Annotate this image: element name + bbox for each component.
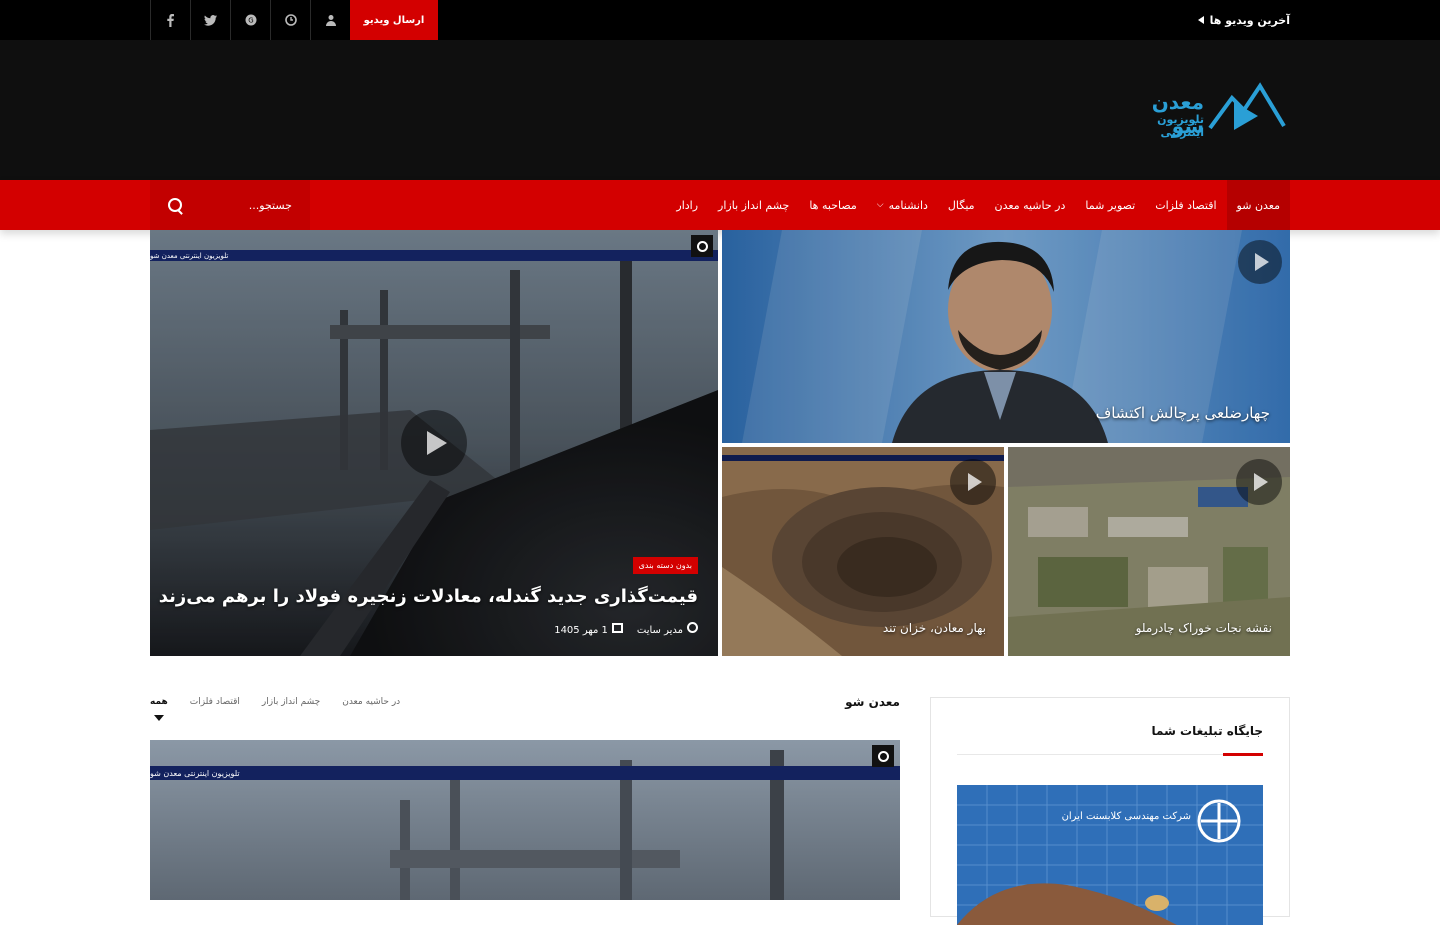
clock-icon xyxy=(691,235,713,257)
tab-metals-economy[interactable]: اقتصاد فلزات xyxy=(190,697,240,707)
section-title: معدن شو xyxy=(845,695,900,709)
play-icon[interactable] xyxy=(1238,240,1282,284)
ad-banner[interactable]: شرکت مهندسی کلابسنت ایران xyxy=(957,785,1263,925)
section-lead-card[interactable]: تلویزیون اینترنتی معدن شو xyxy=(150,740,900,900)
send-video-button[interactable]: ارسال ویدیو xyxy=(350,0,438,40)
sidebar-ad-widget: جایگاه تبلیغات شما شرکت مهندسی کلابسنت ا… xyxy=(930,697,1290,925)
nav-item-label: معدن شو xyxy=(1236,198,1280,212)
nav-item-interviews[interactable]: مصاحبه ها xyxy=(799,180,866,230)
hero-bottom-right-title[interactable]: نقشه نجات خوراک چادرملو xyxy=(1136,621,1272,635)
channel-strip: تلویزیون اینترنتی معدن شو xyxy=(150,766,900,780)
logo-mountain-icon xyxy=(1208,82,1286,130)
search-input[interactable]: جستجو... xyxy=(249,199,292,212)
nav-item-market-outlook[interactable]: چشم انداز بازار xyxy=(708,180,799,230)
sidebar-widget-title: جایگاه تبلیغات شما xyxy=(1151,724,1263,738)
clock-icon xyxy=(872,745,894,767)
nav-item-label: رادار xyxy=(676,198,699,212)
main-nav: معدن شو اقتصاد فلزات تصویر شما در حاشیه … xyxy=(0,180,1440,230)
calendar-icon xyxy=(611,622,623,633)
hero-main-card[interactable]: تلویزیون اینترنتی معدن شو بدون دسته بندی… xyxy=(150,230,718,656)
top-icons: ارسال ویدیو G xyxy=(150,0,438,40)
nav-item-label: تصویر شما xyxy=(1085,198,1136,212)
section-tabs: همه اقتصاد فلزات چشم انداز بازار در حاشی… xyxy=(150,697,400,721)
play-icon[interactable] xyxy=(401,410,467,476)
logo-tagline: تلویزیون اینترنتی xyxy=(1157,113,1204,139)
divider xyxy=(957,754,1263,755)
hero-bottom-right-card[interactable]: نقشه نجات خوراک چادرملو xyxy=(1008,447,1290,656)
user-icon[interactable] xyxy=(310,0,350,40)
svg-text:G: G xyxy=(248,17,253,25)
ad-banner-text: شرکت مهندسی کلابسنت ایران xyxy=(1061,811,1191,822)
clock-icon[interactable] xyxy=(270,0,310,40)
user-icon xyxy=(687,622,698,633)
tab-all[interactable]: همه xyxy=(150,697,168,721)
section-lead-image xyxy=(150,740,900,900)
hero-main-meta: مدیر سایت 1 مهر 1405 xyxy=(554,622,698,636)
author-meta: مدیر سایت xyxy=(637,622,698,636)
category-badge[interactable]: بدون دسته بندی xyxy=(632,557,698,574)
date-meta: 1 مهر 1405 xyxy=(554,622,623,636)
nav-item-label: مصاحبه ها xyxy=(809,198,857,212)
ad-banner-image xyxy=(957,785,1263,925)
play-icon[interactable] xyxy=(950,459,996,505)
triangle-left-icon xyxy=(1197,16,1204,24)
nav-item-migal[interactable]: میگال xyxy=(938,180,985,230)
nav-item-encyclopedia[interactable]: دانشنامه ⌵ xyxy=(867,180,938,230)
tab-market-outlook[interactable]: چشم انداز بازار xyxy=(262,697,320,707)
nav-item-label: چشم انداز بازار xyxy=(718,198,790,212)
facebook-icon[interactable] xyxy=(150,0,190,40)
latest-videos-link[interactable]: آخرین ویدیو ها xyxy=(1197,0,1290,40)
nav-item-label: دانشنامه xyxy=(888,198,928,212)
hero-top-card[interactable]: چهارضلعی پرچالش اکتشاف xyxy=(722,230,1290,443)
post-date: 1 مهر 1405 xyxy=(554,624,608,636)
hero-top-title[interactable]: چهارضلعی پرچالش اکتشاف xyxy=(1096,404,1270,422)
site-logo[interactable]: معدن شو تلویزیون اینترنتی xyxy=(1116,80,1286,139)
search-box[interactable]: جستجو... xyxy=(150,180,310,230)
twitter-icon[interactable] xyxy=(190,0,230,40)
top-bar: آخرین ویدیو ها ارسال ویدیو G xyxy=(0,0,1440,40)
google-plus-icon[interactable]: G xyxy=(230,0,270,40)
tab-mine-sidelines[interactable]: در حاشیه معدن xyxy=(342,697,400,707)
play-icon[interactable] xyxy=(1236,459,1282,505)
hero-bottom-left-title[interactable]: بهار معادن، خزان تند xyxy=(883,621,986,635)
chevron-down-icon: ⌵ xyxy=(876,200,884,210)
search-icon[interactable] xyxy=(168,198,182,212)
nav-item-madanshow[interactable]: معدن شو xyxy=(1226,180,1290,230)
site-header: معدن شو تلویزیون اینترنتی xyxy=(0,40,1440,180)
hero-bottom-left-card[interactable]: بهار معادن، خزان تند xyxy=(722,447,1004,656)
nav-item-metals-economy[interactable]: اقتصاد فلزات xyxy=(1145,180,1226,230)
latest-videos-label: آخرین ویدیو ها xyxy=(1209,13,1290,27)
channel-strip: تلویزیون اینترنتی معدن شو xyxy=(150,250,718,261)
nav-menu: معدن شو اقتصاد فلزات تصویر شما در حاشیه … xyxy=(666,180,1290,230)
hero-main-title[interactable]: قیمت‌گذاری جدید گندله، معادلات زنجیره فو… xyxy=(159,586,698,607)
nav-item-mine-sidelines[interactable]: در حاشیه معدن xyxy=(985,180,1076,230)
nav-item-radar[interactable]: رادار xyxy=(666,180,708,230)
nav-item-label: اقتصاد فلزات xyxy=(1155,198,1217,212)
nav-item-label: میگال xyxy=(947,198,975,212)
nav-item-label: در حاشیه معدن xyxy=(994,198,1066,212)
title-underline xyxy=(1223,753,1263,756)
author-name[interactable]: مدیر سایت xyxy=(637,625,683,636)
nav-item-your-image[interactable]: تصویر شما xyxy=(1075,180,1145,230)
